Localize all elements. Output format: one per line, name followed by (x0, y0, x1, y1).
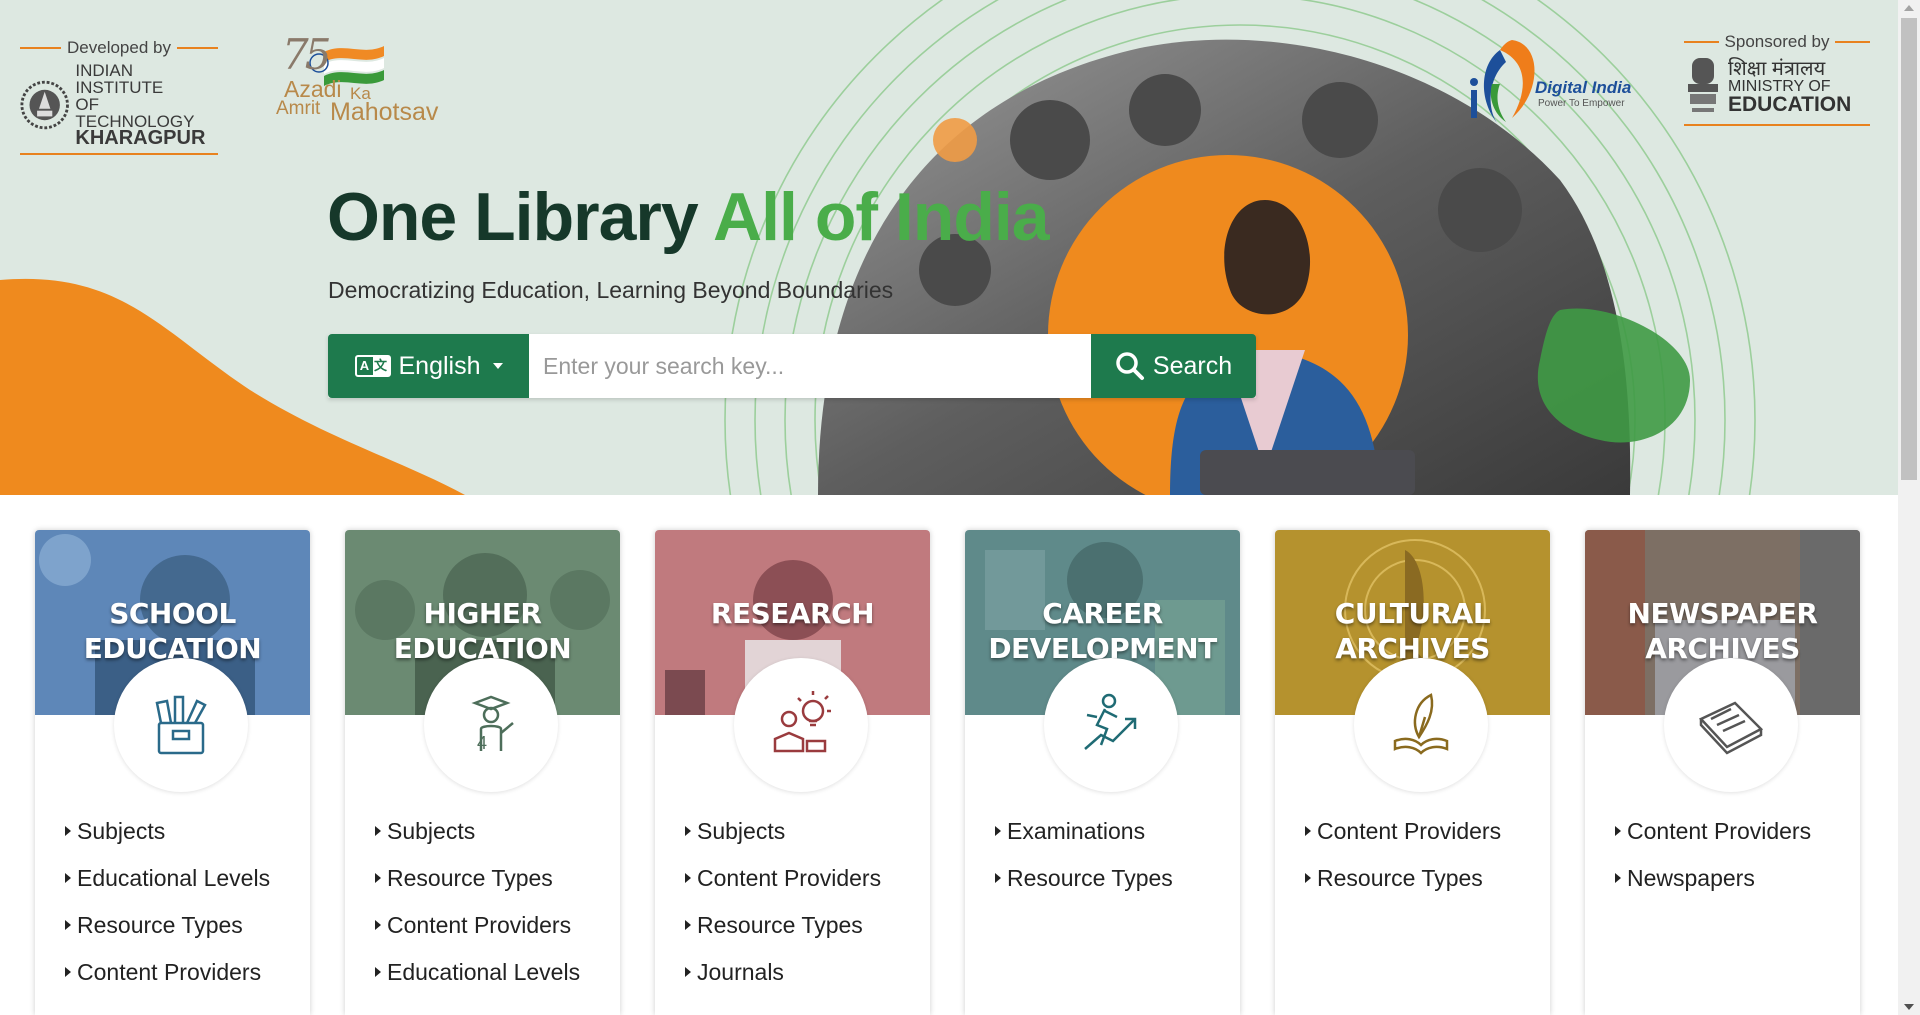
card-link[interactable]: Subjects (65, 818, 270, 865)
digital-india-name: Digital India (1535, 78, 1632, 97)
card-title: HIGHER EDUCATION (393, 597, 572, 665)
card-school-education[interactable]: SCHOOL EDUCATION Subjects Educational Le… (35, 530, 310, 1015)
scroll-down-arrow-icon[interactable] (1904, 1004, 1914, 1010)
card-link-list: Subjects Educational Levels Resource Typ… (65, 818, 270, 1006)
card-career-development[interactable]: CAREER DEVELOPMENT Examinations Resource… (965, 530, 1240, 1015)
card-link[interactable]: Subjects (685, 818, 881, 865)
moe-name-line2: EDUCATION (1728, 93, 1852, 116)
akam-amrit-text: Amrit (276, 98, 321, 119)
caret-down-icon (492, 363, 503, 369)
scroll-up-arrow-icon[interactable] (1904, 5, 1914, 11)
iit-emblem-icon (20, 80, 69, 129)
title-part-two: All of India (713, 179, 1050, 255)
sponsored-by-label: Sponsored by (1684, 32, 1870, 52)
card-link[interactable]: Resource Types (995, 865, 1173, 912)
card-research[interactable]: RESEARCH Subjects Content Providers Reso… (655, 530, 930, 1015)
card-title: CULTURAL ARCHIVES (1334, 597, 1491, 665)
page-title: One Library All of India (327, 178, 1050, 256)
title-part-one: One Library (327, 179, 699, 255)
card-link[interactable]: Content Providers (1615, 818, 1811, 865)
language-dropdown-button[interactable]: A文 English (328, 334, 529, 398)
graduate-icon: 4 (424, 658, 558, 792)
page-subtitle: Democratizing Education, Learning Beyond… (328, 277, 894, 303)
card-newspaper-archives[interactable]: NEWSPAPER ARCHIVES Content Providers New… (1585, 530, 1860, 1015)
language-label: English (398, 351, 481, 380)
akam-75-text: 75 (282, 30, 331, 79)
card-link[interactable]: Content Providers (1305, 818, 1501, 865)
card-link[interactable]: Subjects (375, 818, 580, 865)
card-higher-education[interactable]: HIGHER EDUCATION 4 Subjects Resource Typ… (345, 530, 620, 1015)
akam-mahotsav-text: Mahotsav (330, 98, 439, 126)
card-cultural-archives[interactable]: CULTURAL ARCHIVES Content Providers Reso… (1275, 530, 1550, 1015)
newspaper-icon (1664, 658, 1798, 792)
digital-india-logo[interactable]: Digital India Power To Empower (1460, 34, 1632, 130)
card-link-list: Subjects Resource Types Content Provider… (375, 818, 580, 1006)
card-title: RESEARCH (710, 597, 875, 630)
azadi-ka-amrit-mahotsav-logo[interactable]: 75 Azadi Ka Amrit Mahotsav (274, 30, 444, 126)
card-link[interactable]: Content Providers (65, 959, 270, 1006)
search-button[interactable]: Search (1091, 334, 1256, 398)
career-growth-icon (1044, 658, 1178, 792)
vertical-scrollbar[interactable] (1898, 0, 1920, 1015)
card-link[interactable]: Resource Types (65, 912, 270, 959)
card-link[interactable]: Resource Types (685, 912, 881, 959)
card-link[interactable]: Resource Types (375, 865, 580, 912)
card-link[interactable]: Examinations (995, 818, 1173, 865)
card-link[interactable]: Newspapers (1615, 865, 1811, 912)
digital-india-tagline: Power To Empower (1538, 98, 1625, 109)
card-title: CAREER DEVELOPMENT (988, 597, 1217, 665)
iit-name-line1: INDIAN INSTITUTE (75, 61, 164, 97)
card-link-list: Content Providers Newspapers (1615, 818, 1811, 912)
card-link-list: Content Providers Resource Types (1305, 818, 1501, 912)
iit-kharagpur-logo[interactable]: Developed by INDIAN INSTITUTE OF TECHNOL… (20, 38, 218, 155)
card-link[interactable]: Educational Levels (65, 865, 270, 912)
card-title: SCHOOL EDUCATION (83, 597, 262, 665)
card-link[interactable]: Content Providers (375, 912, 580, 959)
card-title: NEWSPAPER ARCHIVES (1627, 597, 1818, 665)
iit-name-line2: OF TECHNOLOGY (75, 95, 195, 131)
card-link[interactable]: Resource Types (1305, 865, 1501, 912)
card-link[interactable]: Journals (685, 959, 881, 1006)
quill-book-icon (1354, 658, 1488, 792)
card-link[interactable]: Content Providers (685, 865, 881, 912)
card-link-list: Examinations Resource Types (995, 818, 1173, 912)
card-link[interactable]: Educational Levels (375, 959, 580, 1006)
search-input[interactable] (529, 334, 1091, 398)
national-emblem-icon (1688, 58, 1718, 112)
research-idea-icon (734, 658, 868, 792)
search-icon (1116, 352, 1144, 380)
search-bar: A文 English Search (328, 334, 1256, 398)
iit-name-line3: KHARAGPUR (75, 127, 206, 149)
translate-icon: A文 (354, 355, 391, 377)
moe-hindi-name: शिक्षा मंत्रालय (1728, 58, 1826, 80)
developed-by-label: Developed by (20, 38, 218, 58)
school-supplies-icon (114, 658, 248, 792)
card-link-list: Subjects Content Providers Resource Type… (685, 818, 881, 1006)
search-button-label: Search (1152, 351, 1233, 380)
ministry-of-education-logo[interactable]: Sponsored by शिक्षा मंत्रालय MINISTRY OF… (1684, 32, 1870, 126)
digital-india-swoosh-icon (1470, 40, 1535, 124)
hero-banner: Developed by INDIAN INSTITUTE OF TECHNOL… (0, 0, 1898, 495)
scrollbar-thumb[interactable] (1901, 18, 1917, 480)
svg-text:4: 4 (477, 733, 487, 753)
